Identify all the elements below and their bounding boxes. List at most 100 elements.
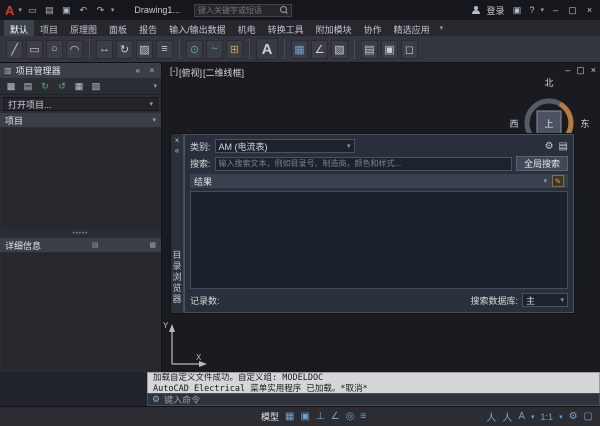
catalog-search-input[interactable] xyxy=(215,157,512,171)
edit-record-icon[interactable]: ✎ xyxy=(552,175,564,187)
command-input-placeholder[interactable]: 键入命令 xyxy=(164,393,200,406)
move-tool-icon[interactable]: ↔ xyxy=(96,40,113,59)
app-menu-caret-icon[interactable]: ▾ xyxy=(18,6,22,14)
layers-tool-icon[interactable]: ≡ xyxy=(156,40,173,59)
tab-home[interactable]: 默认 xyxy=(4,20,34,36)
grid-icon[interactable]: ▦ xyxy=(285,411,294,422)
new-project-icon[interactable]: ▩ xyxy=(4,81,18,92)
doc-minimize-icon[interactable]: – xyxy=(565,65,570,76)
tab-reports[interactable]: 报告 xyxy=(133,20,163,36)
minimize-button[interactable]: – xyxy=(550,5,561,15)
tab-electromechanical[interactable]: 机电 xyxy=(232,20,262,36)
viewcube-east-label[interactable]: 东 xyxy=(580,118,589,129)
annotation-letter-icon[interactable]: A xyxy=(518,411,525,422)
refresh-project-icon[interactable]: ↻ xyxy=(38,81,52,92)
command-history[interactable]: 加载自定义文件成功。自定义组: MODELDOC AutoCAD Electri… xyxy=(147,372,600,393)
catalog-autohide-icon[interactable]: « xyxy=(175,146,179,156)
viewcube-north-label[interactable]: 北 xyxy=(544,78,553,88)
text-tool-icon[interactable]: A xyxy=(256,38,278,60)
help-icon[interactable]: ? xyxy=(529,5,534,15)
polar-tracking-icon[interactable]: ∠ xyxy=(331,411,340,422)
insert-block-icon[interactable]: ⊞ xyxy=(226,40,243,59)
doc-restore-icon[interactable]: ▢ xyxy=(576,65,585,76)
ortho-icon[interactable]: ⊥ xyxy=(316,411,325,422)
table-tool-icon[interactable]: ▦ xyxy=(291,40,308,59)
database-select[interactable]: 主 ▾ xyxy=(522,293,568,307)
drawing-canvas[interactable]: [-] [俯视] [二维线框] – ▢ × 上 北 西 东 × « 目录浏览器 xyxy=(162,63,600,372)
global-search-button[interactable]: 全局搜索 xyxy=(516,156,568,171)
catalog-browser-titlebar[interactable]: × « 目录浏览器 xyxy=(171,134,184,313)
quick-access-caret-icon[interactable]: ▾ xyxy=(111,6,115,14)
viewport-style-control[interactable]: [二维线框] xyxy=(203,66,244,79)
rotate-tool-icon[interactable]: ↻ xyxy=(116,40,133,59)
tab-import-export-data[interactable]: 输入/输出数据 xyxy=(163,20,232,36)
customize-icon[interactable]: ⚙ xyxy=(152,394,160,405)
new-file-icon[interactable]: ▭ xyxy=(26,5,39,16)
details-area[interactable] xyxy=(1,253,160,371)
circle-tool-icon[interactable]: ○ xyxy=(46,40,63,59)
annotation-autoscale-icon[interactable]: 人 xyxy=(502,409,512,424)
results-list[interactable] xyxy=(190,191,568,289)
tab-panel[interactable]: 面板 xyxy=(103,20,133,36)
annotation-scale-button[interactable]: 1:1 xyxy=(541,412,554,422)
viewport-view-control[interactable]: [俯视] xyxy=(179,66,202,79)
fullscreen-icon[interactable]: ▢ xyxy=(584,411,593,422)
catalog-close-icon[interactable]: × xyxy=(175,136,180,146)
doc-close-icon[interactable]: × xyxy=(591,65,596,76)
redo-icon[interactable]: ↷ xyxy=(94,5,107,16)
command-prompt[interactable]: ⚙ 键入命令 xyxy=(147,393,600,406)
panel-layout-icon[interactable]: ▤ xyxy=(361,40,378,59)
sort-caret-icon[interactable]: ▾ xyxy=(543,177,547,185)
annotation-visibility-icon[interactable]: 人 xyxy=(486,409,496,424)
tab-featured-apps[interactable]: 精选应用 xyxy=(388,20,436,36)
gear-icon[interactable]: ⚙ xyxy=(545,141,554,152)
ribbon-collapse-caret-icon[interactable]: ▾ xyxy=(440,24,444,32)
properties-tool-icon[interactable]: ◻ xyxy=(401,40,418,59)
rectangle-tool-icon[interactable]: ▭ xyxy=(26,40,43,59)
details-section-header[interactable]: 详细信息 ▤ ▦ xyxy=(0,238,161,252)
open-project-dropdown[interactable]: 打开项目... ▾ xyxy=(3,97,158,111)
arc-tool-icon[interactable]: ◠ xyxy=(66,40,83,59)
lineweight-icon[interactable]: ≡ xyxy=(360,411,366,422)
open-file-icon[interactable]: ▤ xyxy=(43,5,56,16)
maximize-button[interactable]: ▢ xyxy=(567,5,578,16)
tab-addins[interactable]: 附加模块 xyxy=(310,20,358,36)
palette-autohide-icon[interactable]: « xyxy=(133,66,143,75)
viewport-menu-control[interactable]: [-] xyxy=(170,66,178,79)
insert-component-icon[interactable]: ⊙ xyxy=(186,40,203,59)
erase-tool-icon[interactable]: ▨ xyxy=(136,40,153,59)
close-button[interactable]: × xyxy=(584,5,595,15)
tab-project[interactable]: 项目 xyxy=(34,20,64,36)
palette-drag-handle[interactable]: ••••• xyxy=(0,230,161,238)
scale-caret-icon[interactable]: ▾ xyxy=(559,413,563,421)
palette-close-icon[interactable]: × xyxy=(147,66,157,75)
plc-tool-icon[interactable]: ▣ xyxy=(381,40,398,59)
project-menu-caret-icon[interactable]: ▾ xyxy=(153,82,157,90)
tab-collaborate[interactable]: 协作 xyxy=(358,20,388,36)
list-view-icon[interactable]: ▤ xyxy=(559,141,568,152)
annotation-caret-icon[interactable]: ▾ xyxy=(531,413,535,421)
app-store-icon[interactable]: ▣ xyxy=(510,5,523,16)
search-icon[interactable] xyxy=(280,6,288,14)
projects-list-area[interactable] xyxy=(1,128,160,229)
project-list-icon[interactable]: ▦ xyxy=(72,81,86,92)
model-space-button[interactable]: 模型 xyxy=(261,410,279,423)
line-tool-icon[interactable]: ╱ xyxy=(6,40,23,59)
tab-schematic[interactable]: 原理图 xyxy=(64,20,103,36)
project-settings-icon[interactable]: ▧ xyxy=(89,81,103,92)
help-caret-icon[interactable]: ▾ xyxy=(540,6,544,14)
object-snap-icon[interactable]: ◎ xyxy=(346,411,355,422)
insert-wire-icon[interactable]: ~ xyxy=(206,40,223,59)
snap-icon[interactable]: ▣ xyxy=(300,411,309,422)
signin-button[interactable]: 登录 xyxy=(486,4,504,17)
category-select[interactable]: AM (电流表) ▾ xyxy=(215,139,355,153)
workspace-gear-icon[interactable]: ⚙ xyxy=(569,411,578,422)
tab-conversion-tools[interactable]: 转换工具 xyxy=(262,20,310,36)
dimension-tool-icon[interactable]: ∠ xyxy=(311,40,328,59)
undo-icon[interactable]: ↶ xyxy=(77,5,90,16)
help-search-input[interactable] xyxy=(198,6,278,15)
app-logo-icon[interactable]: A xyxy=(5,4,14,17)
viewcube-west-label[interactable]: 西 xyxy=(509,119,518,129)
hatch-tool-icon[interactable]: ▧ xyxy=(331,40,348,59)
projects-section-header[interactable]: 项目 ▾ xyxy=(0,113,161,127)
